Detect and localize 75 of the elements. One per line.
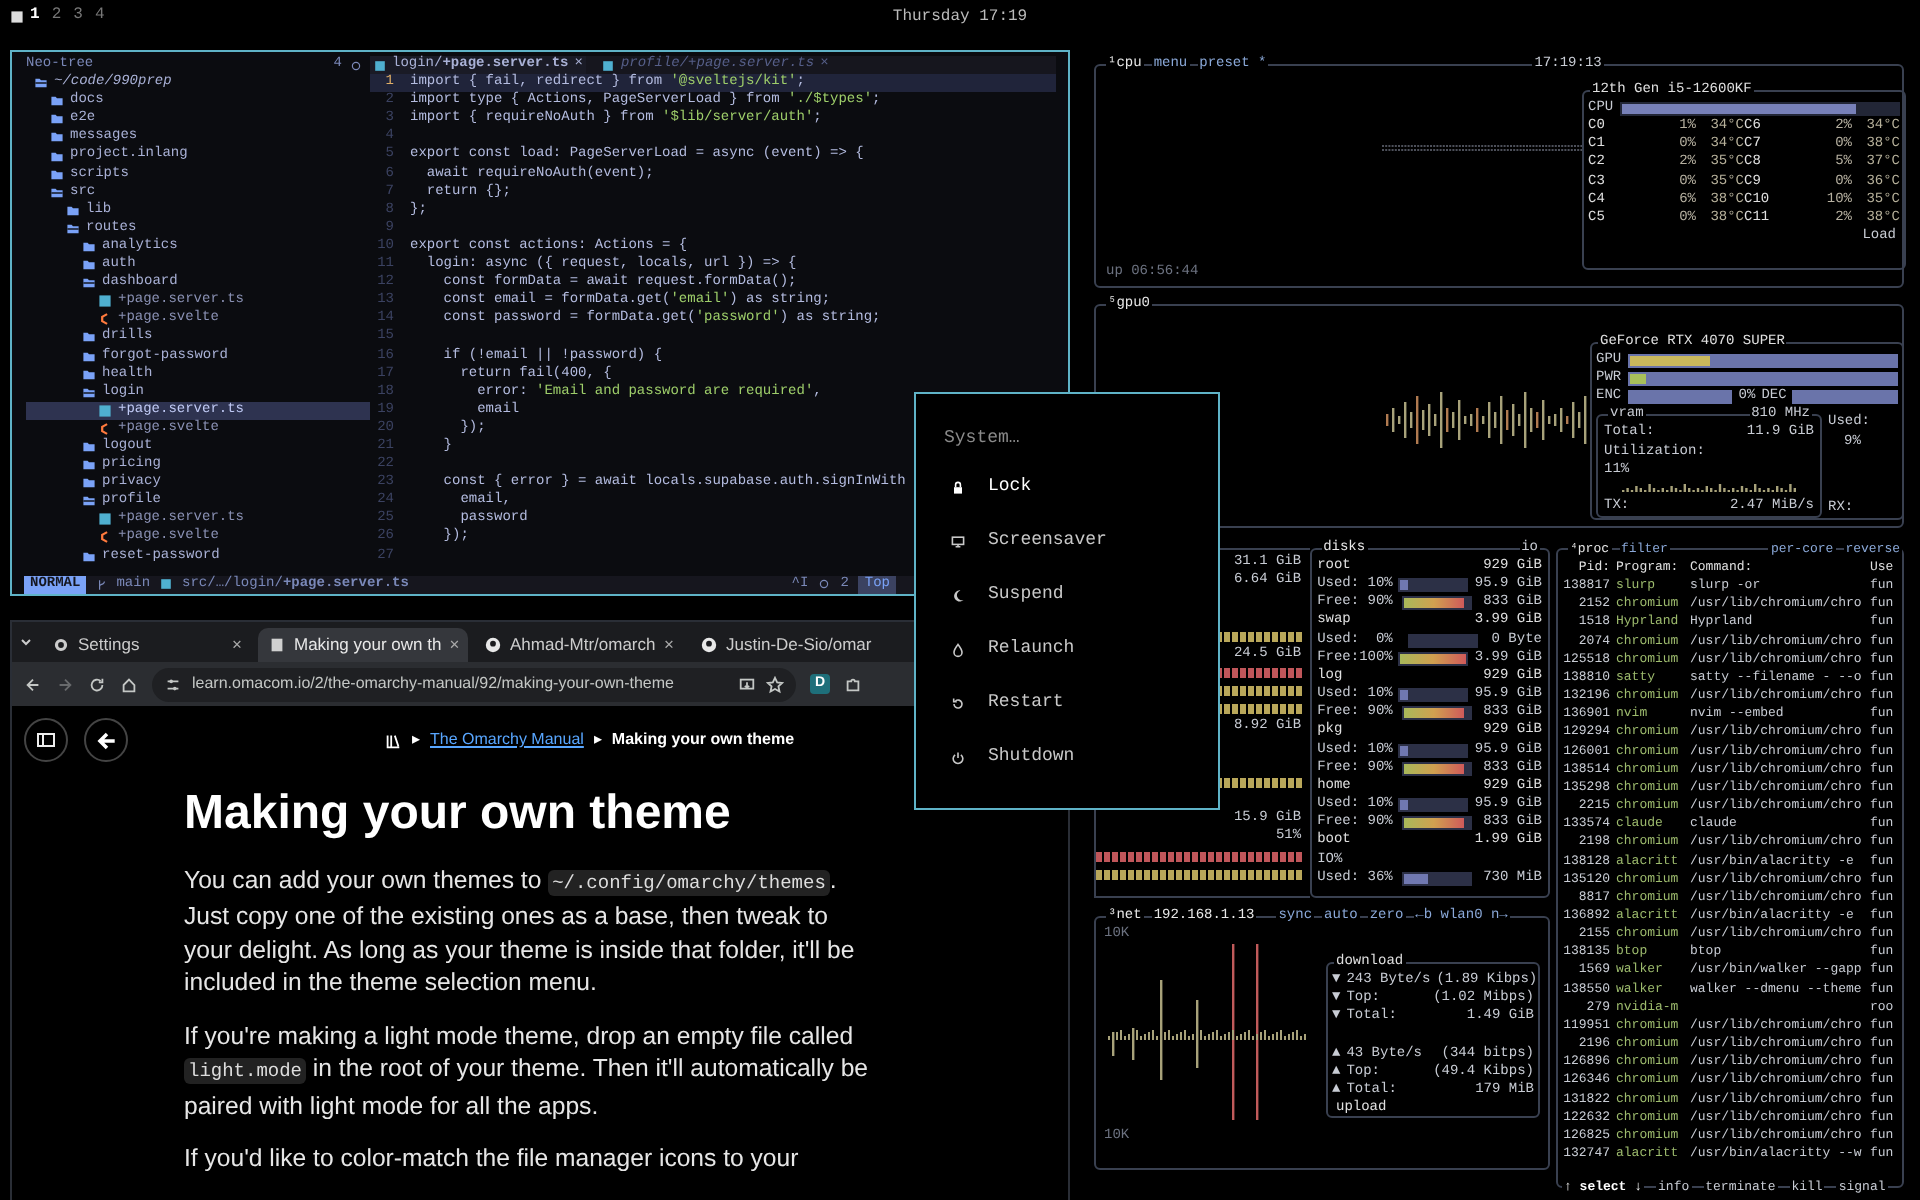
typescript-file-icon: [160, 578, 173, 591]
url-text: learn.omacom.io/2/the-omarchy-manual/92/making-your-own-theme: [192, 672, 676, 696]
workspace-button[interactable]: 3: [67, 4, 89, 28]
browser-tab[interactable]: Making your own th ×: [258, 628, 468, 662]
close-icon[interactable]: ×: [449, 632, 460, 658]
forward-icon[interactable]: [56, 675, 74, 693]
logo-icon: [10, 9, 24, 23]
restart-icon: [950, 695, 966, 711]
back-icon[interactable]: [24, 675, 42, 693]
menu-item[interactable]: Shutdown: [916, 730, 1218, 784]
back-button[interactable]: [84, 718, 128, 762]
puzzle-icon[interactable]: [844, 675, 862, 693]
page-heading: Making your own theme: [184, 786, 733, 844]
site-settings-icon[interactable]: [164, 675, 182, 693]
breadcrumb-link[interactable]: The Omarchy Manual: [430, 728, 584, 752]
folder-open-icon: [66, 221, 80, 236]
star-icon[interactable]: [766, 675, 784, 693]
meter-track: [1627, 390, 1733, 405]
svelte-file-icon: [98, 312, 112, 327]
sidebar-icon: [36, 730, 56, 750]
breadcrumb-separator: ▸: [412, 728, 420, 752]
typescript-file-icon: [98, 512, 112, 527]
drop-icon: [950, 641, 966, 657]
breadcrumb-separator: ▸: [593, 728, 602, 752]
moon-icon: [950, 587, 966, 603]
menu-item[interactable]: Relaunch: [916, 622, 1218, 676]
clock: Thursday 17:19: [892, 6, 1028, 30]
typescript-file-icon: [602, 59, 615, 72]
menu-item[interactable]: Restart: [916, 676, 1218, 730]
folder-icon: [66, 203, 80, 218]
address-bar[interactable]: learn.omacom.io/2/the-omarchy-manual/92/making-your-own-theme: [152, 667, 796, 701]
menu-item[interactable]: Suspend: [916, 568, 1218, 622]
folder-open-icon: [50, 185, 64, 200]
breadcrumb-current: Making your own theme: [611, 728, 795, 752]
typescript-file-icon: [98, 294, 112, 309]
folder-open-icon: [82, 494, 96, 509]
folder-open-icon: [82, 276, 96, 291]
gear-icon: [52, 636, 70, 654]
book-icon: [268, 636, 286, 654]
lock-icon: [950, 479, 966, 495]
branch-icon: [96, 577, 109, 592]
typescript-file-icon: [374, 59, 386, 72]
folder-open-icon: [34, 76, 48, 91]
install-icon[interactable]: [738, 675, 756, 693]
paragraph: If you're making a light mode theme, drop an empty file called light.mode in the root of your theme. Then it'll automatically be paired with light mode for all the apps.: [184, 1019, 871, 1123]
library-icon: [384, 731, 402, 749]
reload-icon[interactable]: [88, 675, 106, 693]
workspace-button[interactable]: 4: [88, 4, 111, 28]
browser-tab[interactable]: Justin-De-Sio/omar: [690, 628, 900, 662]
menu-item[interactable]: Lock: [916, 460, 1218, 514]
settings-icon: [350, 59, 362, 72]
power-icon: [950, 749, 966, 765]
workspace-button[interactable]: 1: [24, 4, 46, 28]
monitor-icon: [950, 533, 966, 549]
meter-track: [1792, 390, 1898, 405]
folder-open-icon: [82, 385, 96, 400]
folder-icon: [82, 549, 96, 564]
close-icon[interactable]: ×: [664, 632, 674, 658]
search-field[interactable]: System…: [944, 422, 1184, 452]
close-icon[interactable]: ×: [232, 632, 242, 658]
octocat-icon: [700, 636, 718, 654]
typescript-file-icon: [98, 403, 112, 418]
home-icon[interactable]: [120, 675, 138, 693]
workspace-button[interactable]: 2: [45, 4, 68, 28]
back-arrow-icon: [95, 729, 117, 751]
svelte-file-icon: [98, 421, 112, 436]
sidebar-toggle-button[interactable]: [24, 718, 68, 762]
octocat-icon: [484, 636, 502, 654]
svelte-file-icon: [98, 530, 112, 545]
paragraph: You can add your own themes to ~/.config/omarchy/themes . Just copy one of the existing ones as a base, then tweak to your delight. As long as your theme is inside that folder, it'll be included in the theme selection menu.: [184, 863, 857, 1000]
paragraph: If you'd like to color-match the file manager icons to your: [184, 1142, 801, 1176]
browser-tab[interactable]: Ahmad-Mtr/omarch ×: [474, 628, 684, 662]
menu-item[interactable]: Screensaver: [916, 514, 1218, 568]
settings-icon: [818, 578, 831, 591]
browser-tab[interactable]: Settings ×: [42, 628, 252, 662]
